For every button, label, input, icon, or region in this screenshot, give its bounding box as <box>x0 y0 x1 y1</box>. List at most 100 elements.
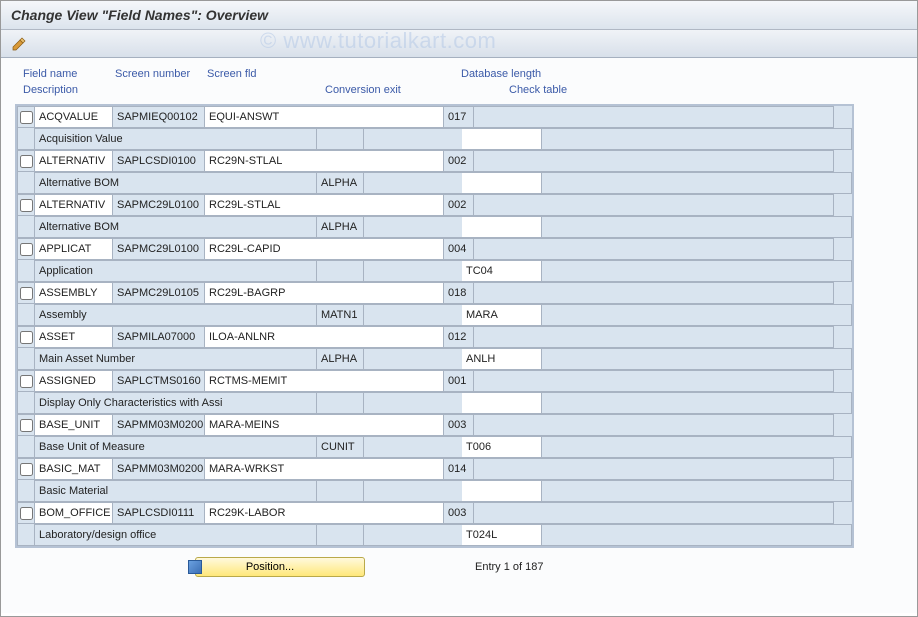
field-name-cell[interactable]: ASSEMBLY <box>35 282 113 304</box>
conversion-exit-cell: CUNIT <box>317 436 364 458</box>
row-select-checkbox[interactable] <box>17 502 35 524</box>
screen-fld-cell[interactable]: RC29L-BAGRP <box>205 282 444 304</box>
header-check[interactable]: Check table <box>509 84 567 96</box>
check-table-cell[interactable] <box>462 172 542 194</box>
row-select-checkbox[interactable] <box>17 370 35 392</box>
screen-fld-cell[interactable]: ILOA-ANLNR <box>205 326 444 348</box>
check-table-cell[interactable] <box>462 480 542 502</box>
screen-fld-cell[interactable]: RC29K-LABOR <box>205 502 444 524</box>
screen-number-cell: SAPMM03M0200 <box>113 414 205 436</box>
field-name-cell[interactable]: ASSIGNED <box>35 370 113 392</box>
screen-fld-cell[interactable]: MARA-MEINS <box>205 414 444 436</box>
row-spacer <box>17 304 35 326</box>
row-spacer <box>17 480 35 502</box>
row-select-checkbox[interactable] <box>17 194 35 216</box>
table-row: ALTERNATIV SAPLCSDI0100 RC29N-STLAL 002 … <box>17 150 852 194</box>
screen-number-cell: SAPMILA07000 <box>113 326 205 348</box>
row-select-checkbox[interactable] <box>17 458 35 480</box>
header-db[interactable]: Database length <box>461 68 541 80</box>
table-row: BOM_OFFICE SAPLCSDI0111 RC29K-LABOR 003 … <box>17 502 852 546</box>
table-row: APPLICAT SAPMC29L0100 RC29L-CAPID 004 Ap… <box>17 238 852 282</box>
conversion-exit-cell: MATN1 <box>317 304 364 326</box>
column-headers: Field name Screen number Screen fld Data… <box>15 68 903 100</box>
field-name-cell[interactable]: ACQVALUE <box>35 106 113 128</box>
check-table-cell[interactable] <box>462 216 542 238</box>
check-table-cell[interactable] <box>462 392 542 414</box>
row-select-checkbox[interactable] <box>17 326 35 348</box>
check-table-cell[interactable]: TC04 <box>462 260 542 282</box>
header-conv[interactable]: Conversion exit <box>325 84 401 96</box>
window-title: Change View "Field Names": Overview <box>1 1 917 30</box>
conversion-exit-cell <box>317 128 364 150</box>
check-table-cell[interactable]: T024L <box>462 524 542 546</box>
title-text: Change View "Field Names": Overview <box>11 7 268 23</box>
db-length-cell: 003 <box>444 414 474 436</box>
check-table-cell[interactable] <box>462 128 542 150</box>
conversion-exit-cell <box>317 524 364 546</box>
position-label: Position... <box>246 561 294 573</box>
db-length-cell: 002 <box>444 194 474 216</box>
screen-fld-cell[interactable]: RC29L-STLAL <box>205 194 444 216</box>
row-spacer <box>17 436 35 458</box>
screen-fld-cell[interactable]: RC29N-STLAL <box>205 150 444 172</box>
row-spacer <box>17 348 35 370</box>
description-cell: Main Asset Number <box>35 348 317 370</box>
header-field[interactable]: Field name <box>23 68 77 80</box>
field-name-cell[interactable]: BASIC_MAT <box>35 458 113 480</box>
table-row: ASSIGNED SAPLCTMS0160 RCTMS-MEMIT 001 Di… <box>17 370 852 414</box>
row-select-checkbox[interactable] <box>17 150 35 172</box>
row-select-checkbox[interactable] <box>17 238 35 260</box>
screen-fld-cell[interactable]: RCTMS-MEMIT <box>205 370 444 392</box>
table-row: BASIC_MAT SAPMM03M0200 MARA-WRKST 014 Ba… <box>17 458 852 502</box>
header-screen[interactable]: Screen number <box>115 68 190 80</box>
row-spacer <box>17 392 35 414</box>
check-table-cell[interactable]: ANLH <box>462 348 542 370</box>
db-length-cell: 003 <box>444 502 474 524</box>
screen-fld-cell[interactable]: EQUI-ANSWT <box>205 106 444 128</box>
row-select-checkbox[interactable] <box>17 106 35 128</box>
description-cell: Display Only Characteristics with Assi <box>35 392 317 414</box>
field-name-cell[interactable]: ALTERNATIV <box>35 150 113 172</box>
check-table-cell[interactable]: T006 <box>462 436 542 458</box>
db-length-cell: 017 <box>444 106 474 128</box>
screen-number-cell: SAPLCSDI0111 <box>113 502 205 524</box>
screen-number-cell: SAPLCSDI0100 <box>113 150 205 172</box>
position-button[interactable]: Position... <box>195 557 365 577</box>
field-name-cell[interactable]: BASE_UNIT <box>35 414 113 436</box>
screen-fld-cell[interactable]: RC29L-CAPID <box>205 238 444 260</box>
toolbar <box>1 30 917 58</box>
db-length-cell: 001 <box>444 370 474 392</box>
row-select-checkbox[interactable] <box>17 282 35 304</box>
screen-number-cell: SAPMC29L0100 <box>113 238 205 260</box>
conversion-exit-cell: ALPHA <box>317 172 364 194</box>
description-cell: Alternative BOM <box>35 172 317 194</box>
table-row: ALTERNATIV SAPMC29L0100 RC29L-STLAL 002 … <box>17 194 852 238</box>
field-name-cell[interactable]: BOM_OFFICE <box>35 502 113 524</box>
footer-bar: Position... Entry 1 of 187 <box>15 557 903 577</box>
table-row: ASSEMBLY SAPMC29L0105 RC29L-BAGRP 018 As… <box>17 282 852 326</box>
conversion-exit-cell: ALPHA <box>317 348 364 370</box>
table-row: ACQVALUE SAPMIEQ00102 EQUI-ANSWT 017 Acq… <box>17 106 852 150</box>
table-body: ACQVALUE SAPMIEQ00102 EQUI-ANSWT 017 Acq… <box>15 104 854 548</box>
screen-number-cell: SAPMC29L0105 <box>113 282 205 304</box>
field-name-cell[interactable]: ASSET <box>35 326 113 348</box>
row-spacer <box>17 260 35 282</box>
screen-number-cell: SAPMC29L0100 <box>113 194 205 216</box>
db-length-cell: 014 <box>444 458 474 480</box>
description-cell: Acquisition Value <box>35 128 317 150</box>
header-fld[interactable]: Screen fld <box>207 68 257 80</box>
description-cell: Alternative BOM <box>35 216 317 238</box>
entry-counter: Entry 1 of 187 <box>475 561 544 573</box>
header-desc[interactable]: Description <box>23 84 78 96</box>
check-table-cell[interactable]: MARA <box>462 304 542 326</box>
field-name-cell[interactable]: APPLICAT <box>35 238 113 260</box>
table-row: ASSET SAPMILA07000 ILOA-ANLNR 012 Main A… <box>17 326 852 370</box>
description-cell: Application <box>35 260 317 282</box>
row-spacer <box>17 128 35 150</box>
pencil-icon[interactable] <box>11 36 27 52</box>
description-cell: Assembly <box>35 304 317 326</box>
field-name-cell[interactable]: ALTERNATIV <box>35 194 113 216</box>
row-select-checkbox[interactable] <box>17 414 35 436</box>
conversion-exit-cell <box>317 392 364 414</box>
screen-fld-cell[interactable]: MARA-WRKST <box>205 458 444 480</box>
